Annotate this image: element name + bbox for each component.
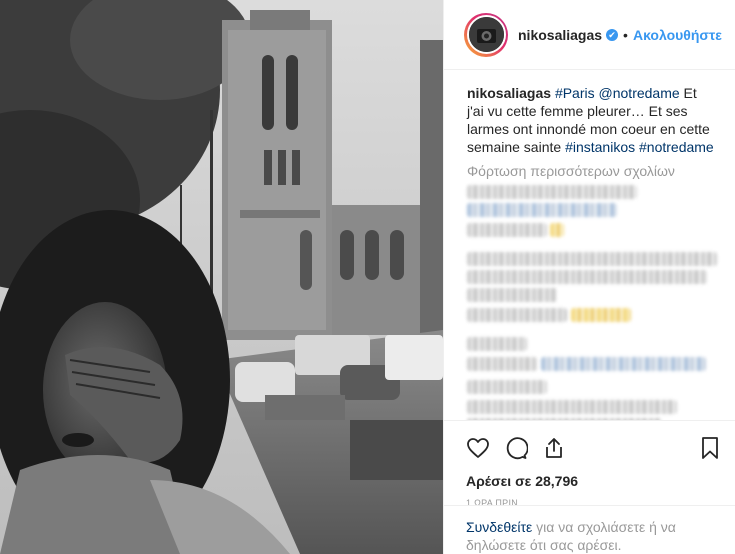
post-caption: nikosaliagas #Paris @notredame Et j'ai v… bbox=[467, 84, 716, 156]
post-side-panel: nikosaliagas ✔ • Ακολουθήστε nikosaliaga… bbox=[443, 0, 735, 554]
post-actions: Αρέσει σε 28,796 1 ΩΡΑ ΠΡΙΝ bbox=[444, 420, 735, 508]
avatar-story-ring[interactable] bbox=[464, 12, 508, 57]
blurred-comment bbox=[467, 400, 716, 420]
comment-icon[interactable] bbox=[504, 436, 528, 460]
blurred-comment bbox=[467, 185, 716, 217]
post-author-username[interactable]: nikosaliagas bbox=[518, 27, 602, 43]
blurred-comment bbox=[467, 308, 716, 331]
post-photo[interactable] bbox=[0, 0, 443, 554]
verified-badge-icon: ✔ bbox=[606, 28, 619, 41]
blurred-comment bbox=[467, 337, 716, 351]
mention-notredame[interactable]: @notredame bbox=[599, 85, 680, 101]
blurred-comment bbox=[467, 357, 716, 394]
hashtag-notredame[interactable]: #notredame bbox=[639, 139, 714, 155]
blurred-comment bbox=[467, 223, 716, 246]
post-header: nikosaliagas ✔ • Ακολουθήστε bbox=[444, 0, 735, 70]
blurred-comment bbox=[467, 252, 717, 302]
action-icons-row bbox=[466, 433, 720, 463]
notre-dame-photo bbox=[0, 0, 443, 554]
login-link[interactable]: Συνδεθείτε bbox=[466, 519, 532, 535]
header-separator: • bbox=[623, 26, 628, 43]
load-more-comments-button[interactable]: Φόρτωση περισσότερων σχολίων bbox=[467, 163, 716, 179]
heart-icon[interactable] bbox=[466, 436, 490, 460]
hashtag-instanikos[interactable]: #instanikos bbox=[565, 139, 635, 155]
bookmark-icon[interactable] bbox=[698, 436, 722, 460]
avatar[interactable] bbox=[466, 15, 506, 54]
follow-button[interactable]: Ακολουθήστε bbox=[633, 27, 722, 43]
likes-count[interactable]: Αρέσει σε 28,796 bbox=[466, 473, 720, 489]
share-icon[interactable] bbox=[542, 436, 566, 460]
login-prompt: Συνδεθείτε για να σχολιάσετε ή να δηλώσε… bbox=[444, 505, 735, 554]
caption-username[interactable]: nikosaliagas bbox=[467, 85, 551, 101]
camera-portrait-icon bbox=[468, 17, 504, 52]
hashtag-paris[interactable]: #Paris bbox=[555, 85, 595, 101]
comments-section: nikosaliagas #Paris @notredame Et j'ai v… bbox=[444, 70, 735, 420]
